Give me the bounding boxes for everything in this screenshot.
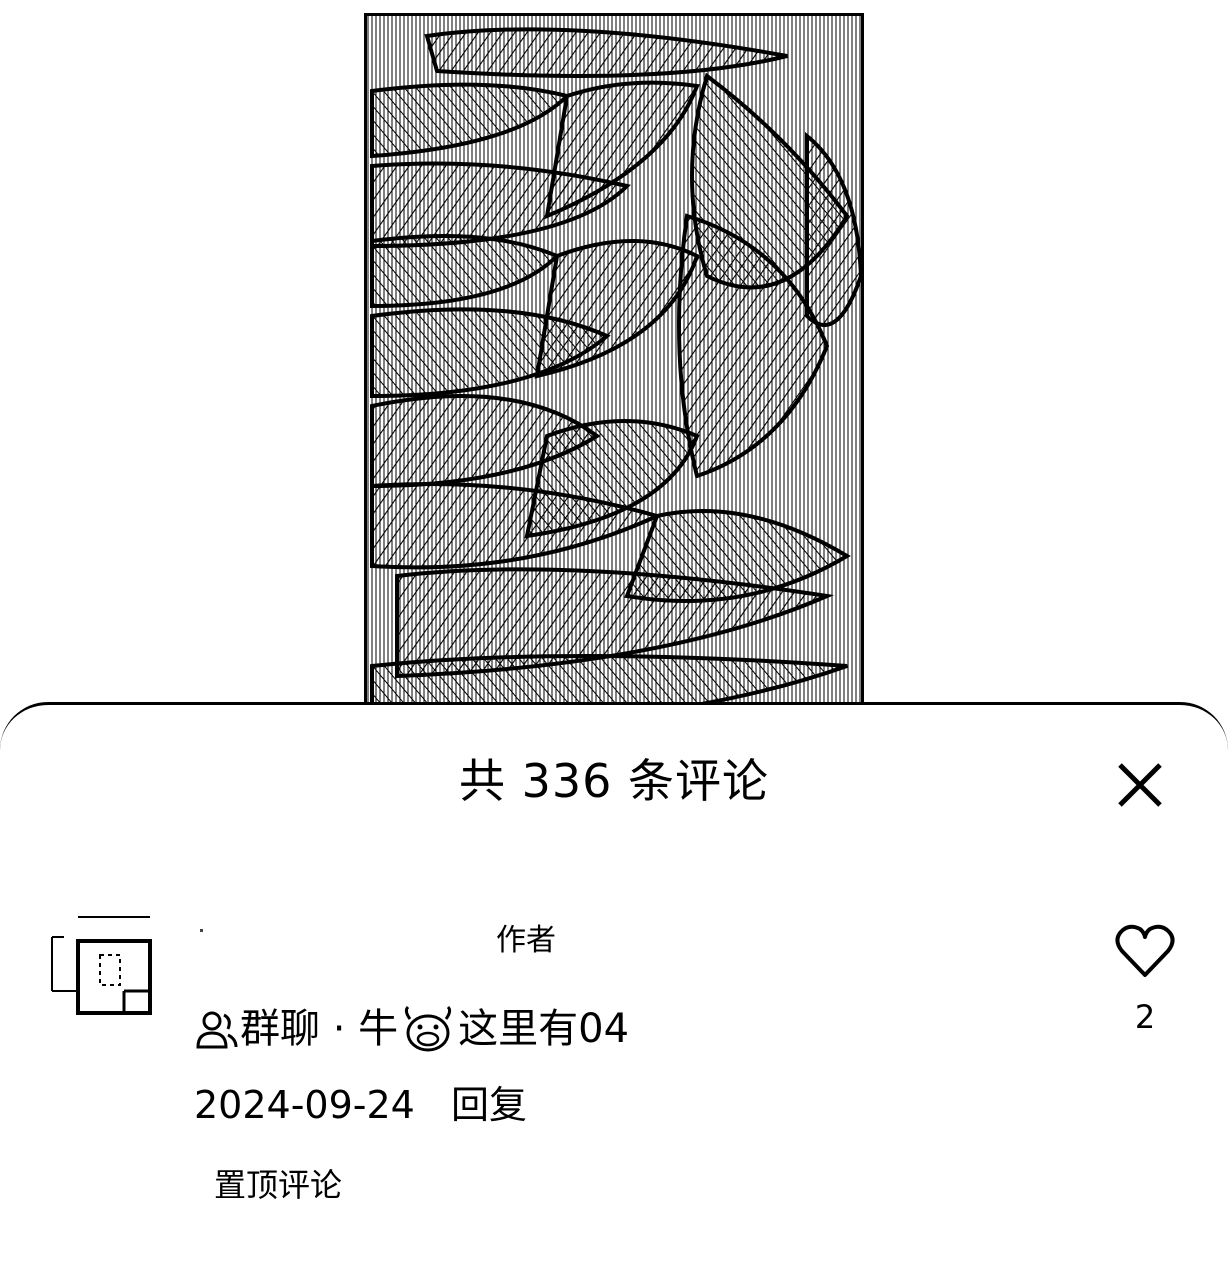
comment-meta: 2024-09-24 回复 bbox=[194, 1081, 527, 1129]
comment-date: 2024-09-24 bbox=[194, 1083, 415, 1127]
comments-count-title: 共 336 条评论 bbox=[458, 754, 770, 808]
like-button[interactable]: 2 bbox=[1112, 923, 1178, 1037]
nickname-placeholder bbox=[200, 929, 203, 932]
author-tag: 作者 bbox=[496, 923, 556, 958]
comment-text[interactable]: 群聊 · 牛 这里有04 bbox=[194, 1003, 629, 1055]
leaf-photo-icon bbox=[367, 16, 861, 730]
close-button[interactable] bbox=[1110, 755, 1170, 815]
cow-face-icon bbox=[405, 1005, 452, 1052]
close-icon bbox=[1118, 763, 1162, 807]
avatar-icon bbox=[51, 916, 152, 1015]
like-count: 2 bbox=[1134, 998, 1156, 1036]
comments-sheet: 共 336 条评论 作者 群聊 · 牛 这里有04 2024-09-24 回复 … bbox=[0, 702, 1228, 1266]
heart-icon bbox=[1115, 924, 1175, 977]
post-photo[interactable] bbox=[364, 13, 864, 733]
avatar[interactable] bbox=[50, 915, 154, 1015]
comment-text-part-1: 群聊 · 牛 bbox=[240, 1006, 399, 1052]
comment-text-part-2: 这里有04 bbox=[458, 1006, 630, 1052]
reply-button[interactable]: 回复 bbox=[451, 1083, 527, 1127]
pinned-comment-label: 置顶评论 bbox=[214, 1166, 343, 1204]
group-chat-icon bbox=[196, 1011, 238, 1049]
